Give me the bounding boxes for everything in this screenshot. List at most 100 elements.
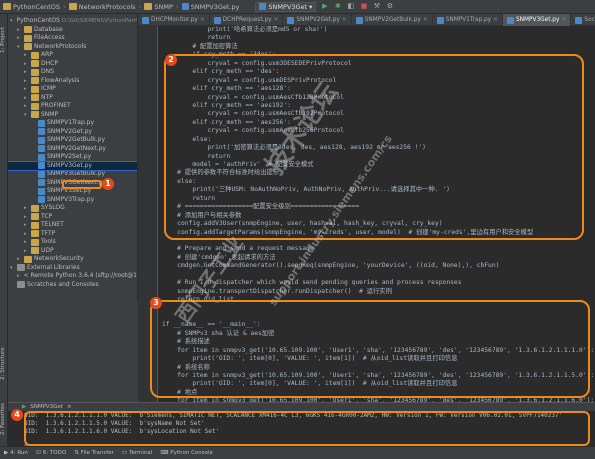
project-tree-item[interactable]: ▸ DHCP: [8, 60, 137, 69]
run-icon[interactable]: ▶: [320, 2, 329, 11]
project-tree-item[interactable]: ▸ DNS: [8, 68, 137, 77]
project-tree-item[interactable]: SNMPV1Trap.py: [8, 119, 137, 128]
run-icon: ▶: [4, 450, 9, 456]
project-tree-item[interactable]: ▸< Remote Python 3.6.4 (sftp://root@192.…: [8, 272, 137, 281]
folder-icon: [31, 102, 39, 110]
project-tree-item[interactable]: SNMPV2Set.py: [8, 153, 137, 162]
status-tab[interactable]: ☑ 6: TODO: [36, 450, 66, 456]
editor-tabs: DHCPMonitor.py × DCHPRequest.py × SNMPV2Get.…: [138, 14, 595, 26]
close-icon[interactable]: ×: [274, 14, 279, 26]
project-tree-item[interactable]: SNMPV2GetNext.py: [8, 145, 137, 154]
breadcrumb-item[interactable]: SNMP: [144, 3, 173, 11]
close-icon[interactable]: ×: [67, 404, 72, 410]
chevron-right-icon: ▸: [17, 26, 20, 33]
project-tool-tab[interactable]: 1: Project: [0, 20, 8, 60]
editor-tab[interactable]: DHCPMonitor.py ×: [138, 14, 210, 26]
chevron-right-icon: ▸: [17, 256, 20, 262]
status-tab[interactable]: ⇅ File Transfer: [74, 450, 114, 456]
close-icon[interactable]: ×: [200, 14, 205, 26]
tree-item-label: TFTP: [41, 229, 56, 237]
project-tree-item[interactable]: ▸ TFTP: [8, 229, 137, 239]
close-icon[interactable]: ×: [493, 14, 498, 26]
editor-tab[interactable]: SocketServer.py×: [571, 14, 595, 26]
project-tree-item[interactable]: ▾ External Libraries: [8, 263, 137, 273]
chevron-right-icon: ▸: [24, 103, 27, 109]
project-tree-item[interactable]: SNMPV3Get.py: [8, 160, 137, 171]
project-tree-item[interactable]: ▾ PythonCentOS D:\Git\SIEMENS\PythonPart\P…: [8, 17, 137, 26]
tree-item-label: SNMPV2Set.py: [47, 153, 92, 160]
python-file-icon: [506, 16, 514, 24]
structure-tool-tab[interactable]: 2: Structure: [0, 344, 8, 384]
chevron-right-icon: ▸: [24, 205, 27, 211]
project-tree-item[interactable]: ▸ Database: [8, 25, 137, 35]
folder-icon: [31, 111, 39, 119]
project-tree-panel: ▾ PythonCentOS D:\Git\SIEMENS\PythonPart\P…: [8, 14, 138, 302]
project-tree-item[interactable]: ▸ ARP: [8, 51, 137, 60]
project-tree-item[interactable]: ▸ UDP: [8, 247, 137, 256]
badge-3: 3: [150, 297, 162, 309]
breadcrumb-item[interactable]: PythonCentOS: [3, 3, 60, 11]
close-icon[interactable]: ×: [342, 14, 347, 26]
project-tree-item[interactable]: ▸ NetworkSecurity: [8, 255, 137, 264]
python-file-icon: [38, 153, 45, 161]
project-tree-item[interactable]: ▾ SNMP: [8, 111, 137, 120]
editor-tab[interactable]: SNMPV1Trap.py ×: [433, 14, 503, 26]
python-file-icon: [38, 136, 45, 144]
project-tree-item[interactable]: ▸ SYSLOG: [8, 204, 137, 213]
project-tree-item[interactable]: ▸ ICMP: [8, 85, 137, 94]
highlight-box-3: [150, 300, 590, 398]
status-tab[interactable]: ▶ 4: Run: [4, 450, 28, 456]
project-tree-item[interactable]: ▸ NTP: [8, 94, 137, 103]
close-icon[interactable]: ×: [561, 14, 566, 26]
project-tree-item[interactable]: SNMPV3GetBulk.py: [8, 170, 137, 179]
code-line: # 创建'cmdgen',发起请求的方法: [162, 253, 276, 261]
python-file-icon: [38, 128, 45, 136]
run-tab-label[interactable]: SNMPV3Get: [30, 404, 63, 410]
editor-tab[interactable]: SNMPV3Get.py ×: [502, 14, 572, 26]
run-panel: ▶ SNMPV3Get × OID: 1.3.6.1.2.1.1.1.0 VAL…: [8, 402, 595, 451]
project-tree-item[interactable]: ▸ PROFINET: [8, 102, 137, 111]
tree-item-label: FileAccess: [34, 34, 65, 41]
breadcrumb-item[interactable]: NetworkProtocols: [68, 3, 136, 11]
project-tree-item[interactable]: ▸ FileAccess: [8, 34, 137, 43]
status-tab[interactable]: ▭ Terminal: [122, 450, 152, 456]
tree-item-label: SNMPV3Get.py: [47, 161, 92, 169]
breadcrumb-item[interactable]: SNMPV3Get.py: [181, 3, 239, 11]
editor-tab[interactable]: SNMPV2GetBulk.py ×: [352, 14, 433, 26]
editor-tab[interactable]: DCHPRequest.py ×: [210, 14, 284, 26]
tree-item-label: TCP: [41, 212, 53, 220]
code-editor[interactable]: DHCPMonitor.py × DCHPRequest.py × SNMPV2Get.…: [138, 14, 595, 402]
debug-icon[interactable]: ✱: [333, 2, 342, 11]
favorites-tool-tab[interactable]: 2: Favorites: [0, 399, 8, 439]
project-tree-item[interactable]: ▸ TELNET: [8, 221, 137, 230]
status-tab-label: Python Console: [170, 450, 213, 456]
badge-1: 1: [102, 178, 114, 190]
project-panel-empty-area: [8, 302, 138, 402]
project-tree-item[interactable]: ▸ TCP: [8, 212, 137, 222]
folder-icon: [31, 213, 39, 221]
project-tree-item[interactable]: ▸ FlowAnalysis: [8, 77, 137, 86]
coverage-icon[interactable]: ◧: [346, 2, 355, 11]
tree-item-label: Database: [34, 25, 63, 33]
project-tree-item[interactable]: ▸ Tools: [8, 238, 137, 247]
build-icon[interactable]: ⚒: [372, 2, 381, 11]
code-line: print('哈希算法必须是md5 or sha!'): [162, 26, 328, 33]
status-tab-label: 4: Run: [10, 450, 28, 456]
tree-item-label: External Libraries: [27, 263, 80, 271]
file-transfer-icon: ⇅: [74, 450, 79, 456]
run-configuration-select[interactable]: SNMPV3Get ▾: [255, 1, 317, 12]
project-tree-item[interactable]: SNMPV2GetBulk.py: [8, 136, 137, 145]
project-tree-item[interactable]: SNMPV2Get.py: [8, 128, 137, 137]
python-file-icon: [38, 187, 45, 195]
settings-icon[interactable]: ⚙: [385, 2, 394, 11]
project-tree-item[interactable]: Scratches and Consoles: [8, 281, 137, 290]
status-tab[interactable]: ⌨ Python Console: [160, 450, 213, 456]
close-icon[interactable]: ×: [423, 14, 428, 26]
stop-icon[interactable]: ■: [359, 2, 368, 11]
breadcrumb-label: SNMP: [154, 2, 173, 11]
editor-tab[interactable]: SNMPV2Get.py ×: [283, 14, 352, 26]
chevron-right-icon: ▸: [17, 35, 20, 41]
chevron-right-icon: ▸: [24, 239, 27, 245]
project-tree-item[interactable]: SNMPV3Trap.py: [8, 196, 137, 205]
project-tree-item[interactable]: ▾ NetworkProtocols: [8, 43, 137, 52]
